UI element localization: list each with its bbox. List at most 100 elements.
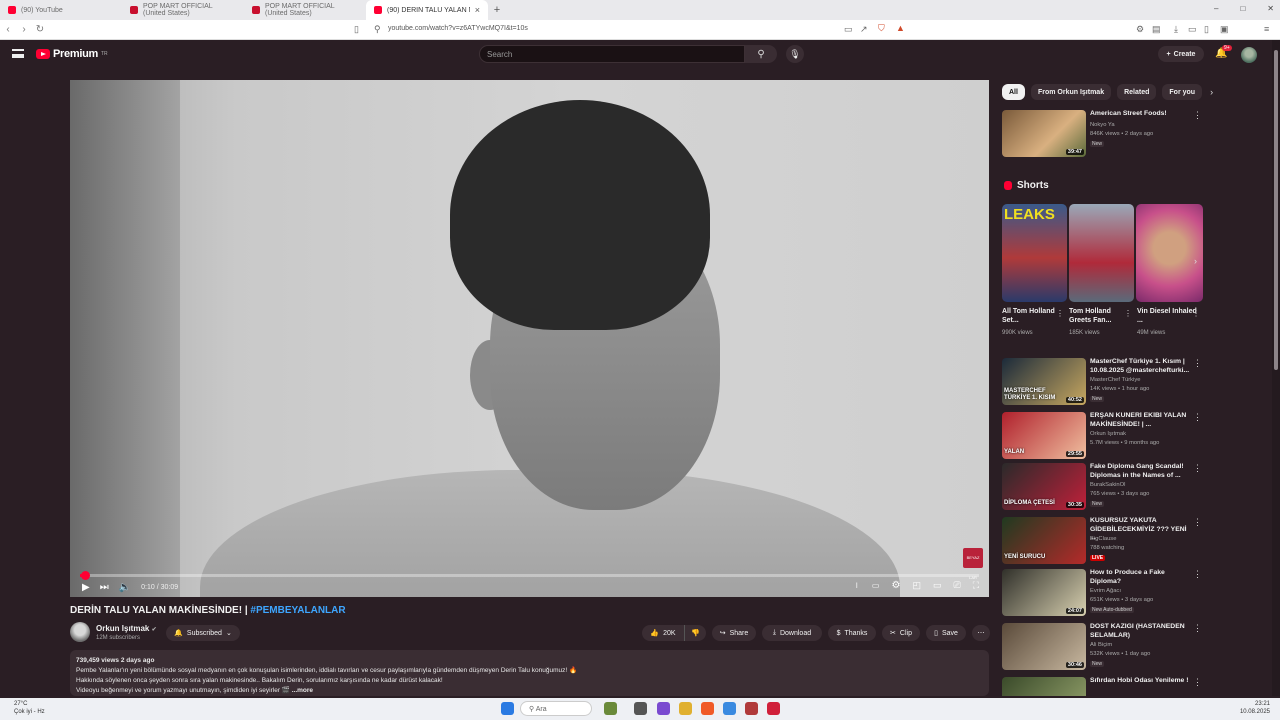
more-vert-icon[interactable]: ⋮ [1193, 517, 1202, 528]
close-tab-icon[interactable]: × [475, 5, 480, 15]
system-clock[interactable]: 23:21 10.08.2025 [1240, 700, 1270, 716]
reading-list-icon[interactable]: ▯ [1204, 24, 1209, 35]
save-button[interactable]: ▯ Save [926, 625, 966, 641]
voice-search-button[interactable]: 🎙 [786, 45, 804, 63]
more-vert-icon[interactable]: ⋮ [1193, 412, 1202, 423]
short-thumbnail[interactable] [1136, 204, 1203, 302]
taskbar-search[interactable]: ⚲ Ara [520, 701, 592, 716]
chevron-right-icon[interactable]: › [1210, 87, 1213, 97]
video-thumbnail[interactable]: YALAN 29:55 [1002, 412, 1086, 459]
video-thumbnail[interactable]: 30:46 [1002, 623, 1086, 670]
search-input[interactable]: Search [479, 45, 745, 63]
maximize-icon[interactable]: □ [1240, 4, 1245, 13]
recommended-video[interactable]: MASTERCHEF TÜRKİYE 1. KISIM 40:52 MasterCh… [1002, 358, 1202, 406]
settings-gear-icon[interactable]: ⚙ [891, 580, 900, 591]
more-vert-icon[interactable]: ⋮ [1193, 463, 1202, 474]
forward-icon[interactable]: › [16, 24, 32, 35]
play-icon[interactable]: ▶ [82, 582, 90, 593]
recommended-title[interactable]: Sıfırdan Hobi Odası Yenileme ! [1090, 677, 1194, 686]
create-button[interactable]: + Create [1158, 46, 1204, 62]
widgets-icon[interactable] [604, 702, 617, 715]
more-vert-icon[interactable]: ⋮ [1193, 623, 1202, 634]
site-info-icon[interactable]: ⚲ [374, 24, 381, 35]
recommended-channel[interactable]: MasterChef Türkiye [1090, 377, 1140, 383]
next-icon[interactable]: ⏭ [100, 582, 109, 593]
short-thumbnail[interactable] [1069, 204, 1134, 302]
download-button[interactable]: ⤓ Download [762, 625, 822, 641]
browser-tab[interactable]: POP MART OFFICIAL (United States) [244, 0, 366, 20]
recommended-video[interactable]: 39:47 American Street Foods! Nokyo Ya 84… [1002, 110, 1202, 158]
fullscreen-icon[interactable]: ⛶ [973, 580, 979, 591]
recommended-title[interactable]: Fake Diploma Gang Scandal! Diplomas in t… [1090, 463, 1194, 480]
url-field[interactable]: youtube.com/watch?v=z6ATYwcMQ7I&t=10s [388, 25, 528, 32]
captions-icon[interactable]: ▭ [872, 581, 880, 590]
recommended-channel[interactable]: Orkun Işıtmak [1090, 431, 1126, 437]
like-button[interactable]: 👍 20K [642, 625, 684, 641]
video-thumbnail[interactable]: 24:07 [1002, 569, 1086, 616]
subscribed-button[interactable]: 🔔 Subscribed ⌄ [166, 625, 240, 641]
video-thumbnail[interactable]: MASTERCHEF TÜRKİYE 1. KISIM 40:52 [1002, 358, 1086, 405]
minimize-icon[interactable]: – [1214, 4, 1218, 13]
browser-tab-active[interactable]: (90) DERİN TALU YALAN MAKİNE × [366, 0, 488, 20]
recommended-video[interactable]: 30:46 DOST KAZIĞI (HASTANEDEN SELAMLAR) Al… [1002, 623, 1202, 671]
hashtag-link[interactable]: #PEMBEYALANLAR [250, 605, 345, 616]
recommended-video[interactable]: YENİ SURUCU KUSURSUZ YAKUTA GİDEBİLECEKMİ… [1002, 517, 1202, 565]
page-scrollbar[interactable] [1272, 40, 1280, 696]
search-button[interactable]: ⚲ [745, 45, 777, 63]
video-thumbnail[interactable] [1002, 677, 1086, 696]
video-thumbnail[interactable]: 39:47 [1002, 110, 1086, 157]
more-vert-icon[interactable]: ⋮ [1193, 358, 1202, 369]
hamburger-menu-icon[interactable] [12, 49, 24, 58]
recommended-video[interactable]: YALAN 29:55 ERŞAN KUNERİ EKİBİ YALAN MAKİN… [1002, 412, 1202, 460]
wallet-icon[interactable]: ▭ [1188, 24, 1197, 35]
chevron-right-icon[interactable]: › [1194, 256, 1197, 266]
browser-tab[interactable]: POP MART OFFICIAL (United States) [122, 0, 244, 20]
channel-watermark[interactable]: BEYAZ LAR [963, 548, 983, 580]
recommended-title[interactable]: ERŞAN KUNERİ EKİBİ YALAN MAKİNESİNDE! | … [1090, 412, 1194, 429]
share-page-icon[interactable]: ↗ [860, 24, 868, 35]
more-actions-button[interactable]: ⋯ [972, 625, 990, 641]
chrome-icon[interactable] [723, 702, 736, 715]
sidebar-icon[interactable]: ▤ [1152, 24, 1161, 35]
share-button[interactable]: ↪ Share [712, 625, 756, 641]
new-tab-button[interactable]: + [488, 4, 506, 16]
video-thumbnail[interactable]: DİPLOMA ÇETESİ 30:35 [1002, 463, 1086, 510]
file-explorer-icon[interactable] [679, 702, 692, 715]
recommended-video[interactable]: Sıfırdan Hobi Odası Yenileme !Nokyo Ya⋮ [1002, 677, 1202, 696]
short-title[interactable]: Tom Holland Greets Fan... [1069, 307, 1129, 325]
brave-browser-icon[interactable] [701, 702, 714, 715]
more-vert-icon[interactable]: ⋮ [1193, 569, 1202, 580]
short-thumbnail[interactable]: LEAKS [1002, 204, 1067, 302]
thanks-button[interactable]: $ Thanks [828, 625, 876, 641]
windows-start-icon[interactable] [501, 702, 514, 715]
volume-icon[interactable]: 🔈 [119, 582, 131, 593]
cast-icon[interactable]: ⎚ [953, 580, 960, 591]
short-title[interactable]: All Tom Holland Set... [1002, 307, 1062, 325]
autoplay-toggle-icon[interactable]: ⏽ [854, 581, 860, 591]
more-vert-icon[interactable]: ⋮ [1193, 110, 1202, 121]
app-icon[interactable] [745, 702, 758, 715]
chip-related[interactable]: Related [1117, 84, 1157, 100]
recommended-title[interactable]: DOST KAZIĞI (HASTANEDEN SELAMLAR) [1090, 623, 1194, 640]
browser-tab[interactable]: (90) YouTube [0, 0, 122, 20]
back-icon[interactable]: ‹ [0, 24, 16, 35]
recommended-title[interactable]: How to Produce a Fake Diploma? [1090, 569, 1194, 586]
rewards-icon[interactable]: ▲ [896, 23, 905, 33]
channel-avatar[interactable] [70, 622, 90, 642]
recommended-title[interactable]: American Street Foods! [1090, 110, 1194, 119]
task-view-icon[interactable] [634, 702, 647, 715]
tab-search-icon[interactable]: ▣ [1220, 24, 1229, 35]
recommended-channel[interactable]: Nokyo Ya [1090, 122, 1115, 128]
app-icon[interactable] [767, 702, 780, 715]
show-more-link[interactable]: ...more [292, 687, 313, 694]
copilot-icon[interactable] [657, 702, 670, 715]
video-player[interactable]: BEYAZ LAR [70, 80, 989, 597]
extensions-icon[interactable]: ⚙ [1136, 24, 1144, 35]
more-vert-icon[interactable]: ⋮ [1193, 677, 1202, 688]
reload-icon[interactable]: ↻ [32, 24, 48, 35]
more-vert-icon[interactable]: ⋮ [1124, 309, 1132, 318]
clip-button[interactable]: ✂ Clip [882, 625, 920, 641]
video-thumbnail[interactable]: YENİ SURUCU [1002, 517, 1086, 564]
short-title[interactable]: Vin Diesel Inhaled ... [1137, 307, 1197, 325]
youtube-premium-logo[interactable]: Premium TR [36, 48, 108, 60]
